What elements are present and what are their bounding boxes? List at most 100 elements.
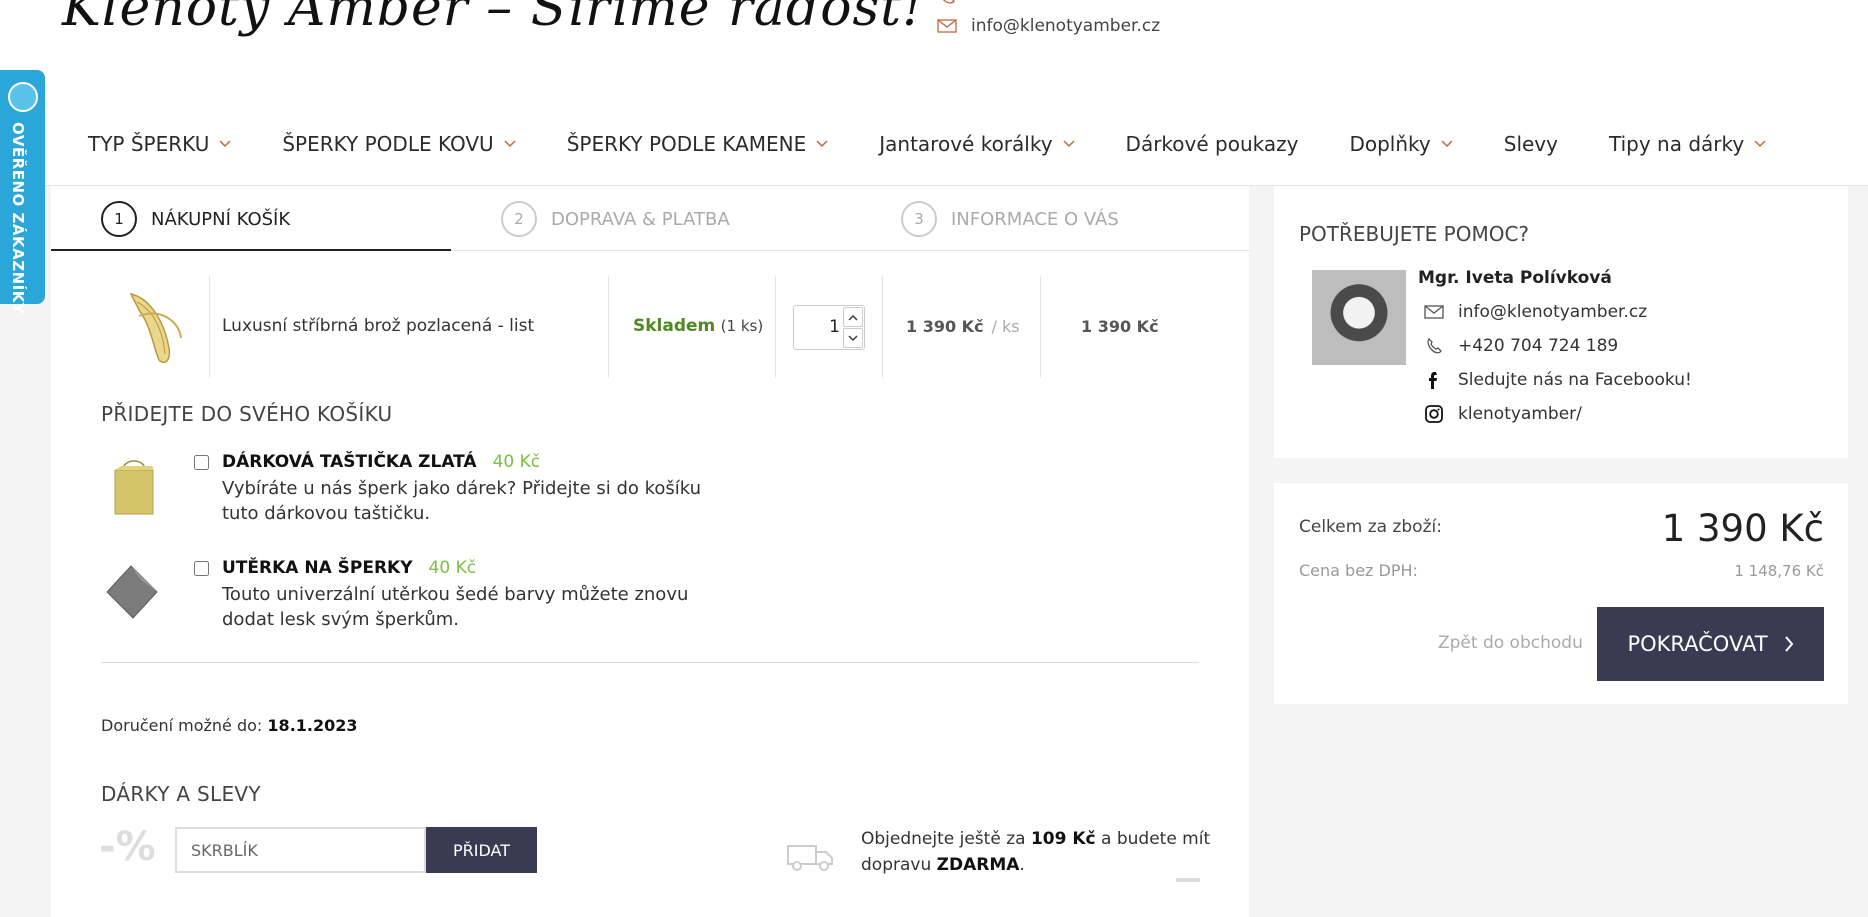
cart-panel: 1 NÁKUPNÍ KOŠÍK 2 DOPRAVA & PLATBA 3 INF… <box>51 186 1249 917</box>
active-step-indicator <box>51 249 451 251</box>
support-email-text: info@klenotyamber.cz <box>1458 302 1648 322</box>
step-customer-info[interactable]: 3 INFORMACE O VÁS <box>901 201 1119 237</box>
site-logo[interactable]: Klenoty Amber – Šíříme radost! <box>62 0 924 38</box>
chevron-down-icon <box>1754 140 1766 148</box>
net-price-label: Cena bez DPH: <box>1299 561 1418 580</box>
header-phone-line <box>937 0 957 4</box>
support-instagram[interactable]: klenotyamber/ <box>1424 404 1582 424</box>
site-header: Klenoty Amber – Šíříme radost! info@klen… <box>0 0 1868 186</box>
free-ship-text: Objednejte ještě za <box>861 829 1026 849</box>
back-to-shop-link[interactable]: Zpět do obchodu <box>1438 633 1583 653</box>
stock-label: Skladem <box>633 316 716 336</box>
support-instagram-text: klenotyamber/ <box>1458 404 1582 424</box>
unit-price-suffix: / ks <box>991 317 1020 336</box>
product-thumbnail[interactable] <box>109 280 201 374</box>
nav-doplnky[interactable]: Doplňky <box>1349 132 1453 156</box>
help-panel: POTŘEBUJETE POMOC? Mgr. Iveta Polívková … <box>1274 186 1848 458</box>
step-label: DOPRAVA & PLATBA <box>551 208 730 230</box>
addon-title[interactable]: DÁRKOVÁ TAŠTIČKA ZLATÁ 40 Kč <box>222 452 540 472</box>
support-name: Mgr. Iveta Polívková <box>1418 268 1612 288</box>
nav-jantarove-koralky[interactable]: Jantarové korálky <box>879 132 1075 156</box>
step-label: NÁKUPNÍ KOŠÍK <box>151 208 291 230</box>
net-price-value: 1 148,76 Kč <box>1734 562 1824 580</box>
addon-price: 40 Kč <box>492 452 541 472</box>
nav-label: Jantarové korálky <box>879 132 1053 156</box>
free-ship-text: a budete mít <box>1101 829 1211 849</box>
support-facebook-text: Sledujte nás na Facebooku! <box>1458 370 1692 390</box>
chevron-down-icon <box>504 140 516 148</box>
free-ship-amount: 109 Kč <box>1030 829 1096 849</box>
step-number: 2 <box>501 201 537 237</box>
quantity-up-button[interactable] <box>843 307 863 327</box>
step-cart[interactable]: 1 NÁKUPNÍ KOŠÍK <box>101 201 290 237</box>
badge-label: OVĚŘENO ZÁKAZNÍKY <box>9 122 27 315</box>
product-name[interactable]: Luxusní stříbrná brož pozlacená - list <box>222 316 534 336</box>
support-email[interactable]: info@klenotyamber.cz <box>1424 302 1647 322</box>
nav-label: Doplňky <box>1349 132 1431 156</box>
nav-sperky-podle-kovu[interactable]: ŠPERKY PODLE KOVU <box>282 132 516 156</box>
order-summary: Celkem za zboží: 1 390 Kč Cena bez DPH: … <box>1274 483 1848 704</box>
header-email[interactable]: info@klenotyamber.cz <box>971 16 1160 36</box>
step-number: 3 <box>901 201 937 237</box>
help-title: POTŘEBUJETE POMOC? <box>1299 222 1530 246</box>
header-email-line[interactable]: info@klenotyamber.cz <box>937 16 1160 36</box>
free-ship-text: . <box>1019 855 1025 875</box>
chevron-up-icon <box>848 314 858 320</box>
nav-label: ŠPERKY PODLE KOVU <box>282 132 494 156</box>
continue-button[interactable]: POKRAČOVAT <box>1597 607 1824 681</box>
nav-label: Tipy na dárky <box>1608 132 1745 156</box>
chevron-down-icon <box>848 335 858 341</box>
free-ship-free-word: ZDARMA <box>936 855 1020 875</box>
delivery-label: Doručení možné do: <box>101 716 263 735</box>
envelope-icon <box>1424 305 1444 319</box>
support-phone[interactable]: +420 704 724 189 <box>1424 336 1618 356</box>
facebook-icon <box>1429 372 1437 389</box>
support-facebook[interactable]: Sledujte nás na Facebooku! <box>1424 370 1692 390</box>
addon-title[interactable]: UTĚRKA NA ŠPERKY 40 Kč <box>222 558 476 578</box>
verified-seal-icon <box>8 82 38 112</box>
support-phone-text: +420 704 724 189 <box>1458 336 1619 356</box>
unit-price-value: 1 390 Kč <box>906 317 984 336</box>
chevron-down-icon <box>1441 140 1453 148</box>
main-nav: TYP ŠPERKU ŠPERKY PODLE KOVU ŠPERKY PODL… <box>88 132 1817 156</box>
nav-tipy-na-darky[interactable]: Tipy na dárky <box>1609 132 1766 156</box>
gift-bag-image <box>114 460 154 515</box>
column-divider <box>775 276 776 378</box>
step-number: 1 <box>101 201 137 237</box>
total-value: 1 390 Kč <box>1661 507 1824 550</box>
step-label: INFORMACE O VÁS <box>951 208 1119 230</box>
phone-icon <box>1427 338 1442 354</box>
addon-description: Touto univerzální utěrkou šedé barvy můž… <box>222 584 689 630</box>
nav-label: Dárkové poukazy <box>1125 132 1299 156</box>
quantity-down-button[interactable] <box>843 328 863 348</box>
nav-sperky-podle-kamene[interactable]: ŠPERKY PODLE KAMENE <box>567 132 829 156</box>
line-total: 1 390 Kč <box>1081 317 1159 336</box>
column-divider <box>882 276 883 378</box>
free-shipping-note: Objednejte ještě za 109 Kč a budete mít … <box>861 826 1210 878</box>
addon-title-text: DÁRKOVÁ TAŠTIČKA ZLATÁ <box>222 452 477 472</box>
nav-slevy[interactable]: Slevy <box>1504 132 1558 156</box>
section-divider <box>101 662 1199 663</box>
addons-title: PŘIDEJTE DO SVÉHO KOŠÍKU <box>101 402 393 426</box>
phone-icon <box>942 0 955 4</box>
coupon-input[interactable] <box>175 827 426 873</box>
column-divider <box>209 276 210 378</box>
cart-item-row: Luxusní stříbrná brož pozlacená - list S… <box>51 276 1249 378</box>
quantity-stepper[interactable]: 1 <box>793 305 865 350</box>
gift-bag-checkbox[interactable] <box>194 455 209 470</box>
unit-price: 1 390 Kč / ks <box>906 317 1020 336</box>
addon-description: Vybíráte u nás šperk jako dárek? Přidejt… <box>222 478 702 524</box>
quantity-value[interactable]: 1 <box>794 317 840 337</box>
step-shipping-payment[interactable]: 2 DOPRAVA & PLATBA <box>501 201 730 237</box>
delivery-date-value: 18.1.2023 <box>267 716 358 735</box>
addon-title-text: UTĚRKA NA ŠPERKY <box>222 558 413 578</box>
add-coupon-button[interactable]: PŘIDAT <box>426 827 537 873</box>
nav-typ-sperku[interactable]: TYP ŠPERKU <box>88 132 231 156</box>
verified-customers-badge[interactable]: OVĚŘENO ZÁKAZNÍKY <box>0 70 45 314</box>
jewelry-cloth-checkbox[interactable] <box>194 561 209 576</box>
polishing-cloth-image <box>106 565 158 619</box>
nav-darkove-poukazy[interactable]: Dárkové poukazy <box>1126 132 1299 156</box>
chevron-right-icon <box>1784 636 1793 652</box>
nav-label: ŠPERKY PODLE KAMENE <box>566 132 807 156</box>
nav-label: Slevy <box>1503 132 1558 156</box>
